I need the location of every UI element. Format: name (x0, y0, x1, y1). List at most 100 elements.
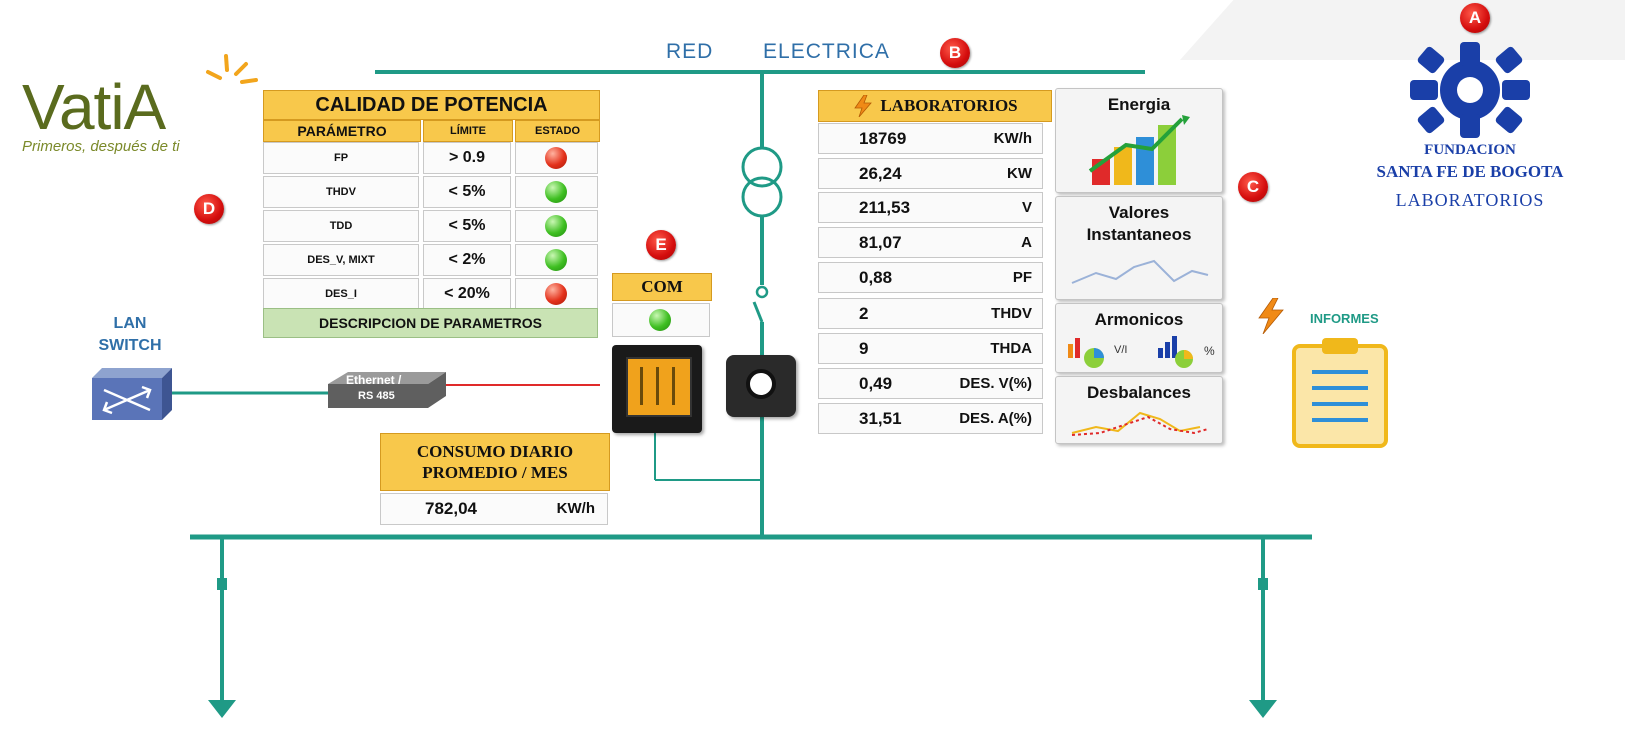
daily-consumption-value-box: 782,04 KW/h (380, 493, 608, 525)
fundacion-line3: LABORATORIOS (1395, 190, 1545, 210)
network-title-red: RED (666, 40, 714, 63)
converter-label-line1: Ethernet / (346, 373, 402, 387)
marker-b: B (940, 38, 970, 68)
daily-consumption-line2: PROMEDIO / MES (422, 463, 568, 482)
valores-label-line1: Valores (1108, 203, 1170, 222)
lab-reading-value: 26,24 (859, 164, 902, 183)
lab-reading-value: 18769 (859, 129, 907, 148)
daily-consumption-line1: CONSUMO DIARIO (416, 442, 574, 461)
fundacion-logo: FUNDACION SANTA FE DE BOGOTA LABORATORIO… (1340, 42, 1600, 222)
desbalances-button[interactable]: Desbalances (1055, 376, 1223, 444)
bar-chart-icon (1088, 115, 1190, 185)
informes-button[interactable]: INFORMES (1255, 298, 1415, 448)
marker-a: A (1460, 3, 1490, 33)
converter-label-line2: RS 485 (358, 390, 395, 402)
limit-cell: < 2% (423, 244, 511, 276)
limit-value: < 20% (444, 285, 490, 302)
network-switch-icon[interactable] (92, 368, 172, 420)
fundacion-emblem-icon (1410, 42, 1530, 138)
fundacion-line2: SANTA FE DE BOGOTA (1376, 162, 1564, 181)
marker-c: C (1238, 172, 1268, 202)
parameter-cell: DES_I (263, 278, 419, 310)
lab-reading-unit: THDV (991, 305, 1032, 322)
lab-reading-unit: PF (1012, 269, 1032, 286)
marker-d: D (194, 194, 224, 224)
armonicos-label: Armonicos (1094, 310, 1184, 329)
status-cell (515, 210, 598, 242)
lab-reading-unit: DES. A(%) (959, 410, 1032, 427)
power-quality-title: CALIDAD DE POTENCIA (263, 90, 600, 120)
current-transformer-icon (726, 355, 796, 417)
status-led (545, 249, 567, 271)
lab-reading-value: 81,07 (859, 233, 902, 252)
switch-icon (752, 285, 769, 323)
sun-rays-icon (206, 54, 258, 84)
lab-reading-row: 211,53 V (818, 192, 1043, 223)
limit-cell: < 5% (423, 210, 511, 242)
status-led (545, 181, 567, 203)
lab-reading-unit: KW (1007, 165, 1032, 182)
lan-label-line1: LAN (113, 315, 147, 332)
bar-pie-chart-icon (1158, 336, 1193, 368)
daily-consumption-value: 782,04 (425, 499, 477, 518)
daily-consumption-title: CONSUMO DIARIO PROMEDIO / MES (380, 433, 610, 491)
laboratorios-title-text: LABORATORIOS (880, 96, 1018, 115)
limit-value: < 5% (448, 183, 486, 200)
network-title-electrica: ELECTRICA (763, 40, 890, 63)
lab-reading-unit: A (1021, 234, 1032, 251)
valores-instantaneos-button[interactable]: Valores Instantaneos (1055, 196, 1223, 300)
status-cell (515, 244, 598, 276)
lab-reading-unit: V (1021, 199, 1032, 216)
daily-consumption-unit: KW/h (556, 500, 595, 517)
parameters-description-label: DESCRIPCION DE PARAMETROS (319, 315, 542, 331)
line-chart-icon (1071, 259, 1209, 284)
energia-label: Energia (1107, 95, 1171, 114)
vatia-logo-text: VatiA (22, 71, 166, 143)
status-cell (515, 142, 598, 174)
status-led (545, 147, 567, 169)
limit-value: < 2% (448, 251, 486, 268)
lab-reading-row: 18769 KW/h (818, 123, 1043, 154)
armonicos-pct-label: % (1204, 344, 1215, 358)
lab-reading-value: 2 (859, 304, 869, 323)
lab-reading-row: 9 THDA (818, 333, 1043, 364)
pie-chart-icon (1068, 338, 1104, 368)
parameter-cell: DES_V, MIXT (263, 244, 419, 276)
lab-reading-value: 0,88 (859, 268, 893, 287)
bolt-icon (1258, 298, 1284, 334)
laboratorios-title: LABORATORIOS (818, 90, 1052, 122)
scada-screen: RED ELECTRICA A B C D E VatiA Primeros, … (0, 0, 1625, 735)
informes-label: INFORMES (1310, 311, 1379, 326)
limit-cell: < 5% (423, 176, 511, 208)
armonicos-vi-label: V/I (1114, 344, 1128, 356)
arrow-down-icon (208, 700, 236, 718)
com-status-led (649, 309, 671, 331)
vatia-logo: VatiA Primeros, después de ti (20, 50, 258, 160)
parameter-name: DES_V, MIXT (307, 254, 375, 266)
ethernet-converter: Ethernet / RS 485 (328, 370, 448, 410)
status-cell (515, 278, 598, 310)
energia-button[interactable]: Energia (1055, 88, 1223, 193)
parameter-name: TDD (329, 220, 353, 232)
meter-icon[interactable] (612, 345, 702, 433)
bolt-icon (854, 95, 873, 117)
parameter-name: THDV (326, 186, 356, 198)
status-led (545, 215, 567, 237)
parameter-cell: TDD (263, 210, 419, 242)
com-indicator: COM (612, 273, 712, 339)
armonicos-button[interactable]: Armonicos V/I % (1055, 303, 1223, 373)
limit-cell: < 20% (423, 278, 511, 310)
column-header-parametro: PARÁMETRO (263, 120, 421, 142)
lab-reading-row: 0,88 PF (818, 262, 1043, 293)
lab-reading-unit: DES. V(%) (959, 375, 1032, 392)
marker-e: E (646, 230, 676, 260)
parameter-name: FP (333, 152, 349, 164)
lab-reading-row: 81,07 A (818, 227, 1043, 258)
limit-value: > 0.9 (448, 149, 486, 166)
parameters-description-button[interactable]: DESCRIPCION DE PARAMETROS (263, 308, 598, 338)
arrow-down-icon (1249, 700, 1277, 718)
lab-reading-row: 0,49 DES. V(%) (818, 368, 1043, 399)
right-feeder-node (1258, 578, 1268, 590)
daily-consumption-panel: CONSUMO DIARIO PROMEDIO / MES 782,04 KW/… (380, 433, 610, 525)
lan-label-line2: SWITCH (98, 337, 162, 354)
